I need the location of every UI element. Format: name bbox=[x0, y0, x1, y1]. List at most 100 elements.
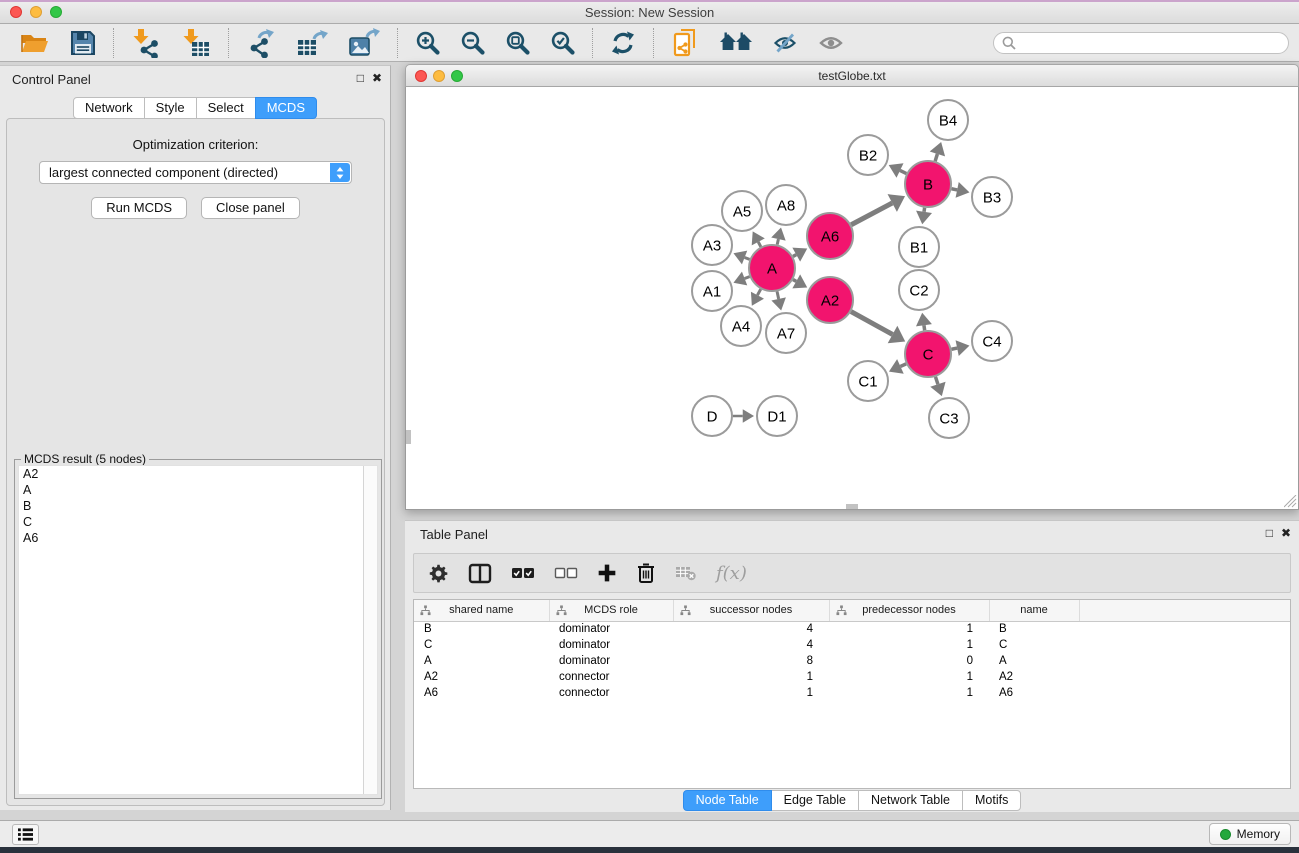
mcds-result-item[interactable]: B bbox=[19, 498, 377, 514]
table-cell[interactable]: 1 bbox=[673, 669, 829, 685]
table-cell[interactable]: 1 bbox=[673, 685, 829, 701]
function-builder-button[interactable]: f(x) bbox=[716, 563, 747, 584]
table-cell[interactable]: B bbox=[989, 621, 1079, 637]
network-vscroll-thumb[interactable] bbox=[406, 430, 411, 444]
table-row[interactable]: A6connector11A6 bbox=[414, 685, 1290, 701]
graph-edge[interactable] bbox=[935, 154, 937, 161]
tab-network-table[interactable]: Network Table bbox=[858, 790, 963, 811]
close-panel-icon[interactable]: ✖ bbox=[372, 71, 382, 85]
zoom-selected-button[interactable] bbox=[546, 28, 579, 57]
export-table-button[interactable] bbox=[292, 26, 332, 60]
graph-edge[interactable] bbox=[745, 277, 750, 279]
graph-edge[interactable] bbox=[793, 280, 796, 282]
table-cell[interactable]: B bbox=[414, 621, 549, 637]
table-cell[interactable]: A6 bbox=[989, 685, 1079, 701]
home-button[interactable] bbox=[715, 29, 757, 57]
open-session-button[interactable] bbox=[16, 29, 54, 57]
tab-style[interactable]: Style bbox=[144, 97, 197, 119]
table-row[interactable]: Adominator80A bbox=[414, 653, 1290, 669]
hide-selected-button[interactable] bbox=[769, 30, 802, 56]
refresh-button[interactable] bbox=[606, 28, 640, 58]
graph-edge[interactable] bbox=[900, 364, 906, 367]
import-table-button[interactable] bbox=[177, 26, 215, 60]
table-cell[interactable]: connector bbox=[549, 669, 673, 685]
toolbar-search[interactable] bbox=[993, 32, 1289, 54]
table-settings-button[interactable] bbox=[428, 563, 449, 584]
mcds-list-scrollbar[interactable] bbox=[363, 466, 377, 794]
graph-edge[interactable] bbox=[952, 189, 958, 190]
optimization-criterion-select[interactable]: largest connected component (directed) bbox=[39, 161, 352, 184]
graph-edge[interactable] bbox=[924, 325, 925, 330]
resize-grip-icon[interactable] bbox=[1284, 495, 1297, 508]
mcds-result-item[interactable]: A bbox=[19, 482, 377, 498]
search-input[interactable] bbox=[1021, 36, 1280, 50]
select-all-rows-button[interactable] bbox=[511, 565, 535, 581]
table-cell[interactable]: 8 bbox=[673, 653, 829, 669]
graph-edge[interactable] bbox=[758, 242, 761, 247]
column-header-shared-name[interactable]: shared name bbox=[414, 600, 549, 621]
graph-edge[interactable] bbox=[757, 289, 760, 295]
tab-node-table[interactable]: Node Table bbox=[683, 790, 772, 811]
table-cell[interactable]: dominator bbox=[549, 653, 673, 669]
table-row[interactable]: A2connector11A2 bbox=[414, 669, 1290, 685]
table-cell[interactable]: dominator bbox=[549, 637, 673, 653]
task-history-button[interactable] bbox=[12, 824, 39, 845]
memory-button[interactable]: Memory bbox=[1209, 823, 1291, 845]
column-header-name[interactable]: name bbox=[989, 600, 1079, 621]
table-cell[interactable]: 1 bbox=[829, 669, 989, 685]
mcds-result-item[interactable]: A6 bbox=[19, 530, 377, 546]
graph-edge[interactable] bbox=[777, 239, 778, 245]
network-canvas[interactable]: B4B2BB3A5A8A6A3AB1A1C2A4A7A2CC4C1C3DD1 bbox=[405, 87, 1299, 510]
table-cell[interactable]: A bbox=[989, 653, 1079, 669]
column-header-successor-nodes[interactable]: successor nodes bbox=[673, 600, 829, 621]
graph-edge[interactable] bbox=[900, 170, 906, 173]
network-hscroll-thumb[interactable] bbox=[846, 504, 858, 509]
table-cell[interactable]: 0 bbox=[829, 653, 989, 669]
graph-edge[interactable] bbox=[851, 312, 893, 335]
graph-edge[interactable] bbox=[745, 257, 750, 259]
new-network-from-selection-button[interactable] bbox=[667, 26, 703, 60]
column-header-mcds-role[interactable]: MCDS role bbox=[549, 600, 673, 621]
show-all-button[interactable] bbox=[814, 30, 848, 56]
table-cell[interactable]: 4 bbox=[673, 637, 829, 653]
mcds-result-item[interactable]: A2 bbox=[19, 466, 377, 482]
create-column-button[interactable] bbox=[597, 563, 617, 583]
save-session-button[interactable] bbox=[66, 28, 100, 58]
delete-table-button[interactable] bbox=[675, 565, 697, 581]
graph-edge[interactable] bbox=[935, 377, 937, 384]
tab-edge-table[interactable]: Edge Table bbox=[771, 790, 859, 811]
run-mcds-button[interactable]: Run MCDS bbox=[91, 197, 187, 219]
table-cell[interactable]: A2 bbox=[989, 669, 1079, 685]
table-cell[interactable]: dominator bbox=[549, 621, 673, 637]
graph-edge[interactable] bbox=[851, 203, 892, 225]
tab-network[interactable]: Network bbox=[73, 97, 145, 119]
column-header-predecessor-nodes[interactable]: predecessor nodes bbox=[829, 600, 989, 621]
table-cell[interactable]: 4 bbox=[673, 621, 829, 637]
table-cell[interactable]: 1 bbox=[829, 637, 989, 653]
zoom-fit-button[interactable] bbox=[501, 28, 534, 57]
tab-mcds[interactable]: MCDS bbox=[255, 97, 317, 119]
tab-select[interactable]: Select bbox=[196, 97, 256, 119]
table-row[interactable]: Bdominator41B bbox=[414, 621, 1290, 637]
graph-edge[interactable] bbox=[777, 291, 779, 298]
mcds-result-list[interactable]: A2ABCA6 bbox=[18, 465, 378, 795]
table-cell[interactable]: 1 bbox=[829, 621, 989, 637]
graph-edge[interactable] bbox=[793, 255, 796, 257]
table-row[interactable]: Cdominator41C bbox=[414, 637, 1290, 653]
zoom-in-button[interactable] bbox=[411, 28, 444, 57]
export-image-button[interactable] bbox=[344, 26, 384, 60]
import-network-button[interactable] bbox=[127, 26, 165, 60]
zoom-out-button[interactable] bbox=[456, 28, 489, 57]
export-network-button[interactable] bbox=[242, 26, 280, 60]
table-cell[interactable]: C bbox=[414, 637, 549, 653]
close-table-panel-icon[interactable]: ✖ bbox=[1281, 526, 1291, 540]
show-columns-button[interactable] bbox=[468, 563, 492, 584]
mcds-result-item[interactable]: C bbox=[19, 514, 377, 530]
deselect-all-rows-button[interactable] bbox=[554, 565, 578, 581]
tab-motifs[interactable]: Motifs bbox=[962, 790, 1021, 811]
close-panel-button[interactable]: Close panel bbox=[201, 197, 300, 219]
table-cell[interactable]: A bbox=[414, 653, 549, 669]
float-panel-icon[interactable]: □ bbox=[357, 71, 364, 85]
table-cell[interactable]: 1 bbox=[829, 685, 989, 701]
table-cell[interactable]: A2 bbox=[414, 669, 549, 685]
